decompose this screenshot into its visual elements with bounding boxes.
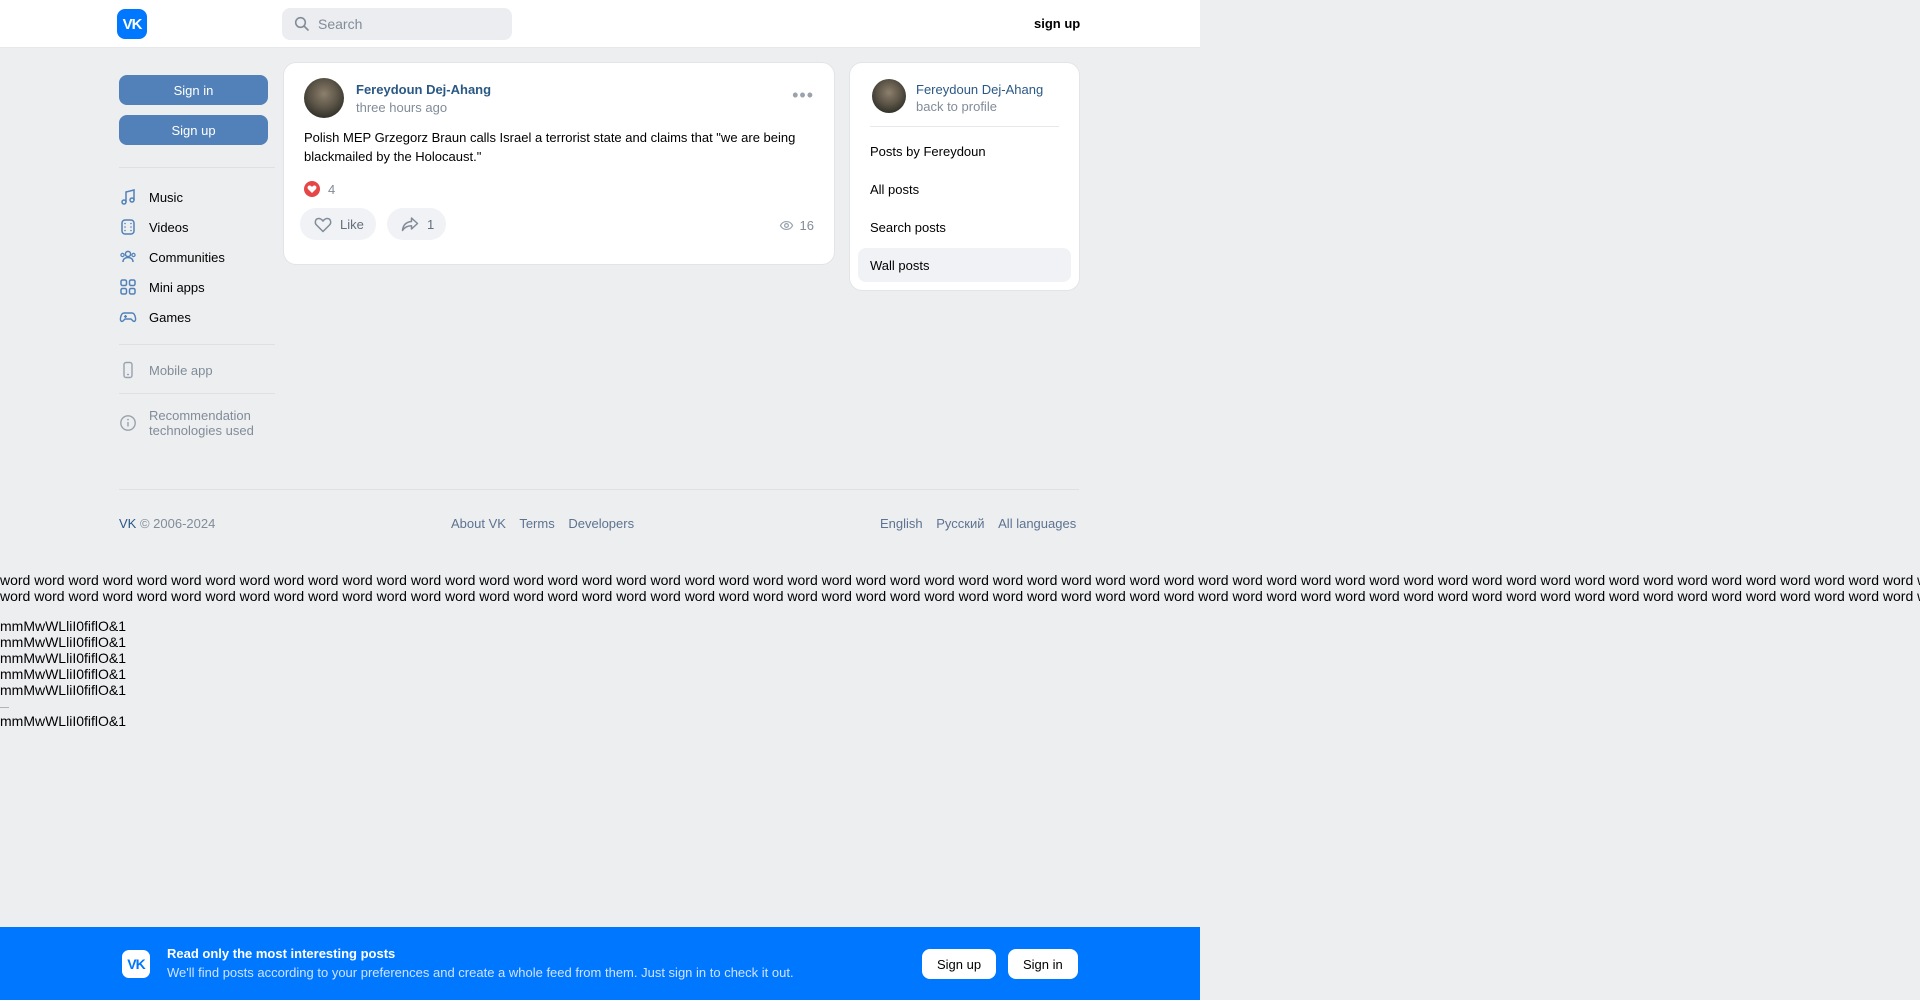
nav-item-mini-apps[interactable]: Mini apps (119, 275, 205, 299)
footer-link-developers[interactable]: Developers (568, 516, 634, 531)
reactions-summary[interactable]: 4 (304, 181, 335, 197)
sign-up-button[interactable]: Sign up (119, 115, 268, 145)
music-icon (121, 189, 135, 205)
info-icon (120, 415, 136, 431)
views-count: 16 (799, 218, 814, 233)
footer-links: About VK Terms Developers (451, 516, 644, 531)
menu-item-wall-posts[interactable]: Wall posts (858, 248, 1071, 282)
language-russian[interactable]: Русский (936, 516, 984, 531)
footer-languages: English Русский All languages (880, 516, 1076, 531)
nav-item-mobile-app[interactable]: Mobile app (119, 358, 213, 382)
card-divider (870, 126, 1059, 127)
glyph-line: mmMwWLliI0fiflO&1 (0, 713, 127, 729)
recommendation-label: Recommendation technologies used (149, 408, 254, 438)
post-text: Polish MEP Grzegorz Braun calls Israel a… (304, 130, 796, 164)
filler-word-row: word word word word word word word word … (0, 588, 1920, 604)
profile-avatar[interactable] (872, 79, 906, 113)
glyph-line: mmMwWLliI0fiflO&1 (0, 666, 127, 682)
footer-link-terms[interactable]: Terms (519, 516, 554, 531)
banner-subtitle: We'll find posts according to your prefe… (167, 965, 794, 980)
footer-divider (119, 489, 1079, 490)
vk-brand-link[interactable]: VK (119, 516, 136, 531)
nav-item-label: Games (149, 309, 191, 325)
glyph-line: mmMwWLliI0fiflO&1 (0, 618, 127, 634)
share-icon (401, 217, 419, 232)
phone-icon (123, 361, 133, 379)
back-to-profile-link[interactable]: back to profile (916, 99, 997, 114)
menu-item-posts-by-user[interactable]: Posts by Fereydoun (858, 134, 1071, 168)
glyph-line: mmMwWLliI0fiflO&1 (0, 650, 127, 666)
banner-sign-in-button[interactable]: Sign in (1008, 949, 1078, 979)
eye-icon (779, 220, 793, 231)
profile-name-link[interactable]: Fereydoun Dej-Ahang (916, 82, 1043, 97)
vk-logo: VK (122, 950, 150, 978)
gamepad-icon (119, 312, 137, 323)
communities-icon (120, 250, 136, 263)
nav-item-label: Communities (149, 249, 225, 265)
banner-title: Read only the most interesting posts (167, 946, 396, 961)
glyph-test-lines: mmMwWLliI0fiflO&1 mmMwWLliI0fiflO&1 mmMw… (0, 618, 126, 698)
nav-item-label: Music (149, 189, 183, 205)
small-divider (0, 707, 9, 708)
mini-apps-icon (120, 279, 136, 295)
reaction-count: 4 (328, 181, 336, 197)
nav-item-videos[interactable]: Videos (119, 215, 189, 239)
post-timestamp[interactable]: three hours ago (356, 100, 447, 115)
heart-reaction-icon (304, 181, 320, 197)
footer-link-about[interactable]: About VK (451, 516, 506, 531)
banner-sign-up-button[interactable]: Sign up (922, 949, 997, 979)
header-signup-link[interactable]: sign up (1034, 16, 1080, 31)
nav-item-games[interactable]: Games (119, 305, 191, 329)
footer-copyright: VK © 2006-2024 (119, 516, 215, 531)
sign-in-button[interactable]: Sign in (119, 75, 268, 105)
copyright-years: © 2006-2024 (136, 516, 216, 531)
profile-posts-card: Fereydoun Dej-Ahang back to profile Post… (850, 63, 1079, 290)
search-box[interactable] (282, 8, 512, 40)
language-english[interactable]: English (880, 516, 923, 531)
filler-word-row: word word word word word word word word … (0, 572, 1920, 588)
share-button[interactable]: 1 (387, 208, 447, 240)
menu-item-all-posts[interactable]: All posts (858, 172, 1071, 206)
top-header: VK sign up (0, 0, 1200, 48)
search-input[interactable] (318, 16, 508, 32)
glyph-line: mmMwWLliI0fiflO&1 (0, 634, 127, 650)
glyph-line: mmMwWLliI0fiflO&1 (0, 682, 127, 698)
views-counter: 16 (779, 218, 814, 233)
nav-item-communities[interactable]: Communities (119, 245, 225, 269)
post-author-link[interactable]: Fereydoun Dej-Ahang (356, 82, 491, 97)
post-card: Fereydoun Dej-Ahang three hours ago ••• … (284, 63, 834, 264)
vk-logo[interactable]: VK (117, 9, 147, 39)
nav-item-label: Mobile app (149, 362, 213, 378)
like-label: Like (340, 216, 364, 232)
filler-word-rows: word word word word word word word word … (0, 572, 1920, 604)
search-icon (294, 16, 309, 31)
heart-outline-icon (314, 217, 332, 233)
video-icon (121, 219, 135, 235)
nav-divider (119, 167, 275, 168)
author-avatar[interactable] (304, 78, 344, 118)
recommendation-info-link[interactable]: Recommendation technologies used (119, 408, 279, 438)
nav-item-label: Mini apps (149, 279, 205, 295)
like-button[interactable]: Like (300, 208, 376, 240)
all-languages-link[interactable]: All languages (998, 516, 1076, 531)
nav-divider (119, 393, 275, 394)
menu-item-search-posts[interactable]: Search posts (858, 210, 1071, 244)
share-count: 1 (427, 216, 435, 232)
nav-item-label: Videos (149, 219, 189, 235)
nav-divider (119, 344, 275, 345)
nav-item-music[interactable]: Music (119, 185, 183, 209)
more-options-icon[interactable]: ••• (792, 86, 814, 104)
signup-promo-banner: VK Read only the most interesting posts … (0, 927, 1200, 1000)
